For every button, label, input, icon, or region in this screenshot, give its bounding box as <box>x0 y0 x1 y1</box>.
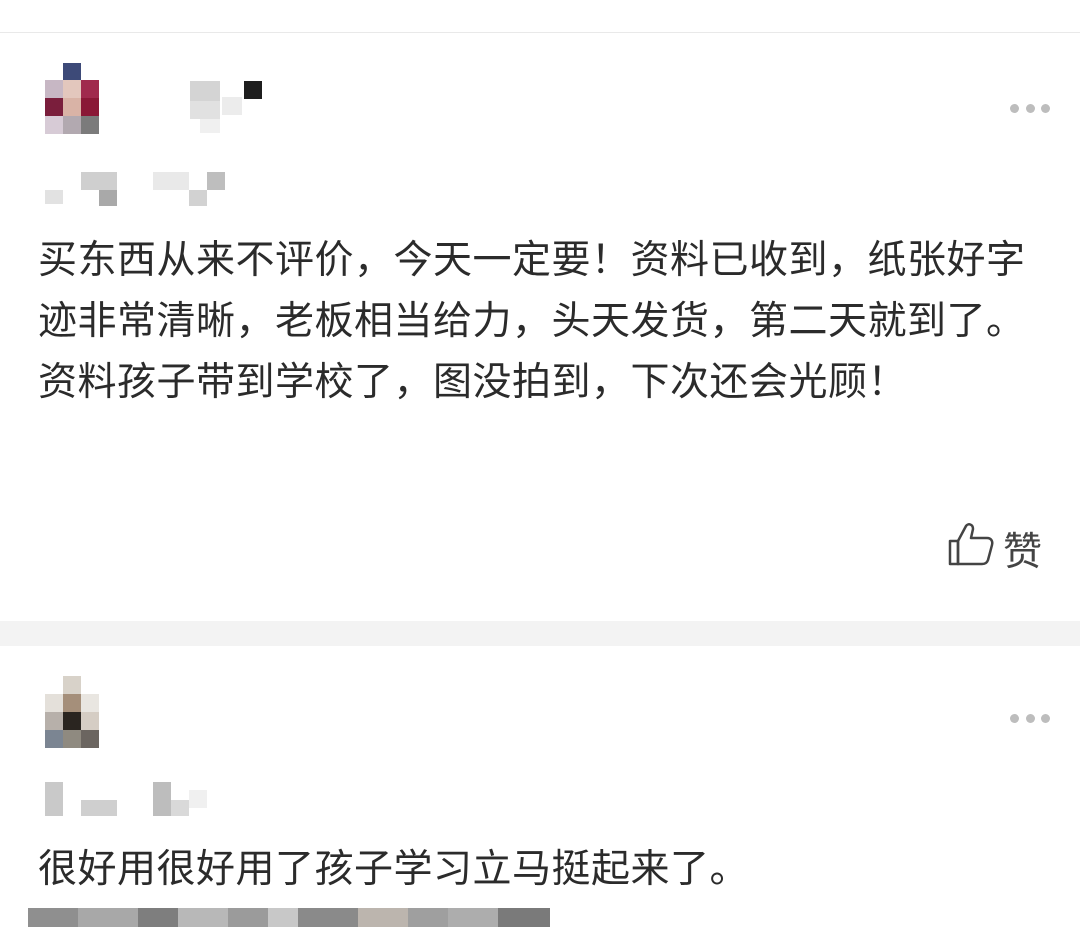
review-text: 买东西从来不评价，今天一定要！资料已收到，纸张好字迹非常清晰，老板相当给力，头天… <box>38 238 1026 405</box>
review-meta <box>45 782 210 820</box>
review-text: 很好用很好用了孩子学习立马挺起来了。 <box>38 847 750 892</box>
username[interactable] <box>170 81 270 133</box>
review-meta <box>45 172 230 208</box>
review-card: 买东西从来不评价，今天一定要！资料已收到，纸张好字迹非常清晰，老板相当给力，头天… <box>0 33 1080 621</box>
more-dots-icon[interactable] <box>1010 102 1050 114</box>
review-card: 很好用很好用了孩子学习立马挺起来了。 <box>0 646 1080 927</box>
more-dots-icon[interactable] <box>1010 712 1050 724</box>
thumbs-up-icon <box>947 521 995 577</box>
image-strip-blur <box>28 908 550 927</box>
avatar[interactable] <box>30 676 100 748</box>
like-button[interactable]: 赞 <box>947 521 1042 577</box>
section-divider <box>0 621 1080 646</box>
like-label: 赞 <box>1002 530 1042 575</box>
avatar[interactable] <box>30 63 100 135</box>
